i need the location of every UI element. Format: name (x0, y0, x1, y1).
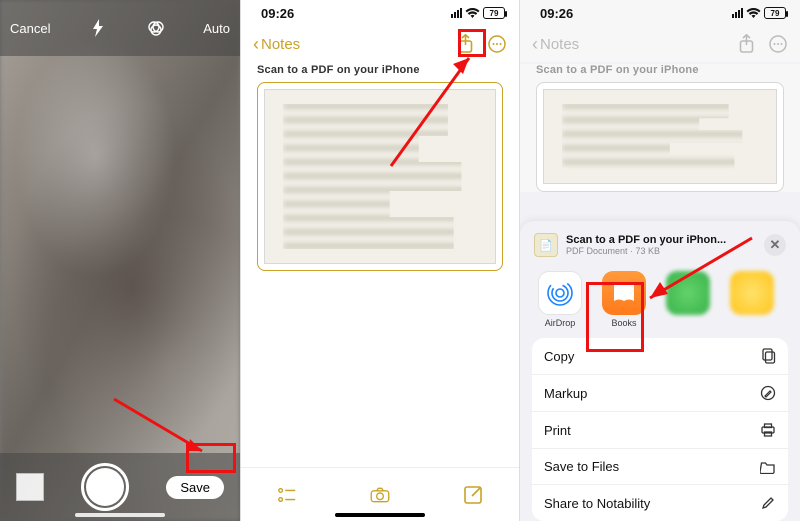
home-indicator (75, 513, 165, 517)
status-time: 09:26 (540, 6, 573, 21)
save-button[interactable]: Save (166, 476, 224, 499)
pencil-icon (760, 495, 776, 511)
action-label: Markup (544, 386, 587, 401)
auto-mode-button[interactable]: Auto (203, 21, 230, 36)
flash-icon[interactable] (88, 18, 108, 38)
sheet-subtitle: PDF Document · 73 KB (566, 246, 756, 256)
action-label: Save to Files (544, 459, 619, 474)
back-label: Notes (540, 36, 579, 53)
status-right-icons: 79 (732, 7, 786, 19)
scanned-doc-page (543, 89, 777, 184)
blurred-app-icon (666, 271, 710, 315)
more-button (768, 34, 788, 54)
files-icon (760, 460, 776, 474)
books-icon (602, 271, 646, 315)
camera-viewfinder (0, 0, 240, 521)
action-markup[interactable]: Markup (532, 375, 788, 412)
navbar-actions (455, 34, 507, 54)
note-content-dimmed: Scan to a PDF on your iPhone (520, 64, 800, 192)
battery-level: 79 (771, 9, 780, 18)
wifi-icon (746, 7, 761, 19)
wifi-icon (465, 7, 480, 19)
action-label: Print (544, 423, 571, 438)
battery-level: 79 (490, 9, 499, 18)
doc-blurred-text (283, 104, 477, 249)
sheet-title-wrap: Scan to a PDF on your iPhon... PDF Docum… (566, 234, 756, 256)
app-blurred-1[interactable] (662, 271, 714, 328)
status-bar: 09:26 79 (520, 0, 800, 26)
notes-navbar: ‹ Notes (241, 26, 519, 62)
copy-icon (760, 348, 776, 364)
camera-toolbar-icon[interactable] (370, 485, 390, 505)
battery-icon: 79 (483, 7, 505, 19)
scanned-doc-card[interactable] (257, 82, 503, 271)
share-sheet-header: 📄 Scan to a PDF on your iPhon... PDF Doc… (532, 231, 788, 265)
action-share-notability[interactable]: Share to Notability (532, 485, 788, 521)
sheet-title: Scan to a PDF on your iPhon... (566, 234, 756, 246)
print-icon (760, 422, 776, 438)
close-button[interactable]: ✕ (764, 234, 786, 256)
chevron-left-icon: ‹ (253, 35, 259, 53)
filters-icon[interactable] (146, 18, 166, 38)
cellular-icon (451, 8, 462, 18)
compose-icon[interactable] (463, 485, 483, 505)
status-time: 09:26 (261, 6, 294, 21)
sheet-doc-thumb-icon: 📄 (534, 233, 558, 257)
scanned-doc-page (264, 89, 496, 264)
cancel-button[interactable]: Cancel (10, 21, 50, 36)
airdrop-icon (538, 271, 582, 315)
scan-thumbnail[interactable] (16, 473, 44, 501)
action-label: Copy (544, 349, 574, 364)
action-copy[interactable]: Copy (532, 338, 788, 375)
cellular-icon (732, 8, 743, 18)
status-bar: 09:26 79 (241, 0, 519, 26)
app-blurred-2[interactable] (726, 271, 778, 328)
notes-navbar-dimmed: ‹ Notes (520, 26, 800, 62)
action-save-to-files[interactable]: Save to Files (532, 449, 788, 485)
scanned-doc-card (536, 82, 784, 192)
status-right-icons: 79 (451, 7, 505, 19)
back-button: ‹ Notes (532, 35, 579, 53)
camera-top-toolbar: Cancel Auto (0, 0, 240, 56)
chevron-left-icon: ‹ (532, 35, 538, 53)
blurred-app-icon (730, 271, 774, 315)
checklist-icon[interactable] (277, 485, 297, 505)
share-sheet: 📄 Scan to a PDF on your iPhon... PDF Doc… (520, 221, 800, 521)
action-print[interactable]: Print (532, 412, 788, 449)
screen-notes-share: 09:26 79 ‹ Notes Scan to a PDF on your i… (240, 0, 520, 521)
app-books[interactable]: Books (598, 271, 650, 328)
app-label-airdrop: AirDrop (545, 318, 576, 328)
share-actions-list: Copy Markup Print Save to Files (532, 338, 788, 521)
note-title: Scan to a PDF on your iPhone (536, 64, 784, 76)
shutter-button[interactable] (81, 463, 129, 511)
battery-icon: 79 (764, 7, 786, 19)
share-button (736, 34, 756, 54)
screen-share-sheet: 09:26 79 ‹ Notes Scan to a PDF on your i… (520, 0, 800, 521)
navbar-actions (736, 34, 788, 54)
more-button[interactable] (487, 34, 507, 54)
app-airdrop[interactable]: AirDrop (534, 271, 586, 328)
action-label: Share to Notability (544, 496, 650, 511)
note-title: Scan to a PDF on your iPhone (257, 64, 503, 76)
camera-bottom-toolbar: Save (0, 453, 240, 521)
share-button[interactable] (455, 34, 475, 54)
markup-icon (760, 385, 776, 401)
share-apps-row: AirDrop Books (532, 265, 788, 338)
note-content: Scan to a PDF on your iPhone (241, 64, 519, 271)
screen-camera-scan: Cancel Auto Save (0, 0, 240, 521)
back-button[interactable]: ‹ Notes (253, 35, 300, 53)
home-indicator (335, 513, 425, 517)
app-label-books: Books (611, 318, 636, 328)
back-label: Notes (261, 36, 300, 53)
shutter-inner (86, 468, 124, 506)
doc-blurred-text (562, 104, 758, 169)
close-icon: ✕ (770, 237, 781, 253)
